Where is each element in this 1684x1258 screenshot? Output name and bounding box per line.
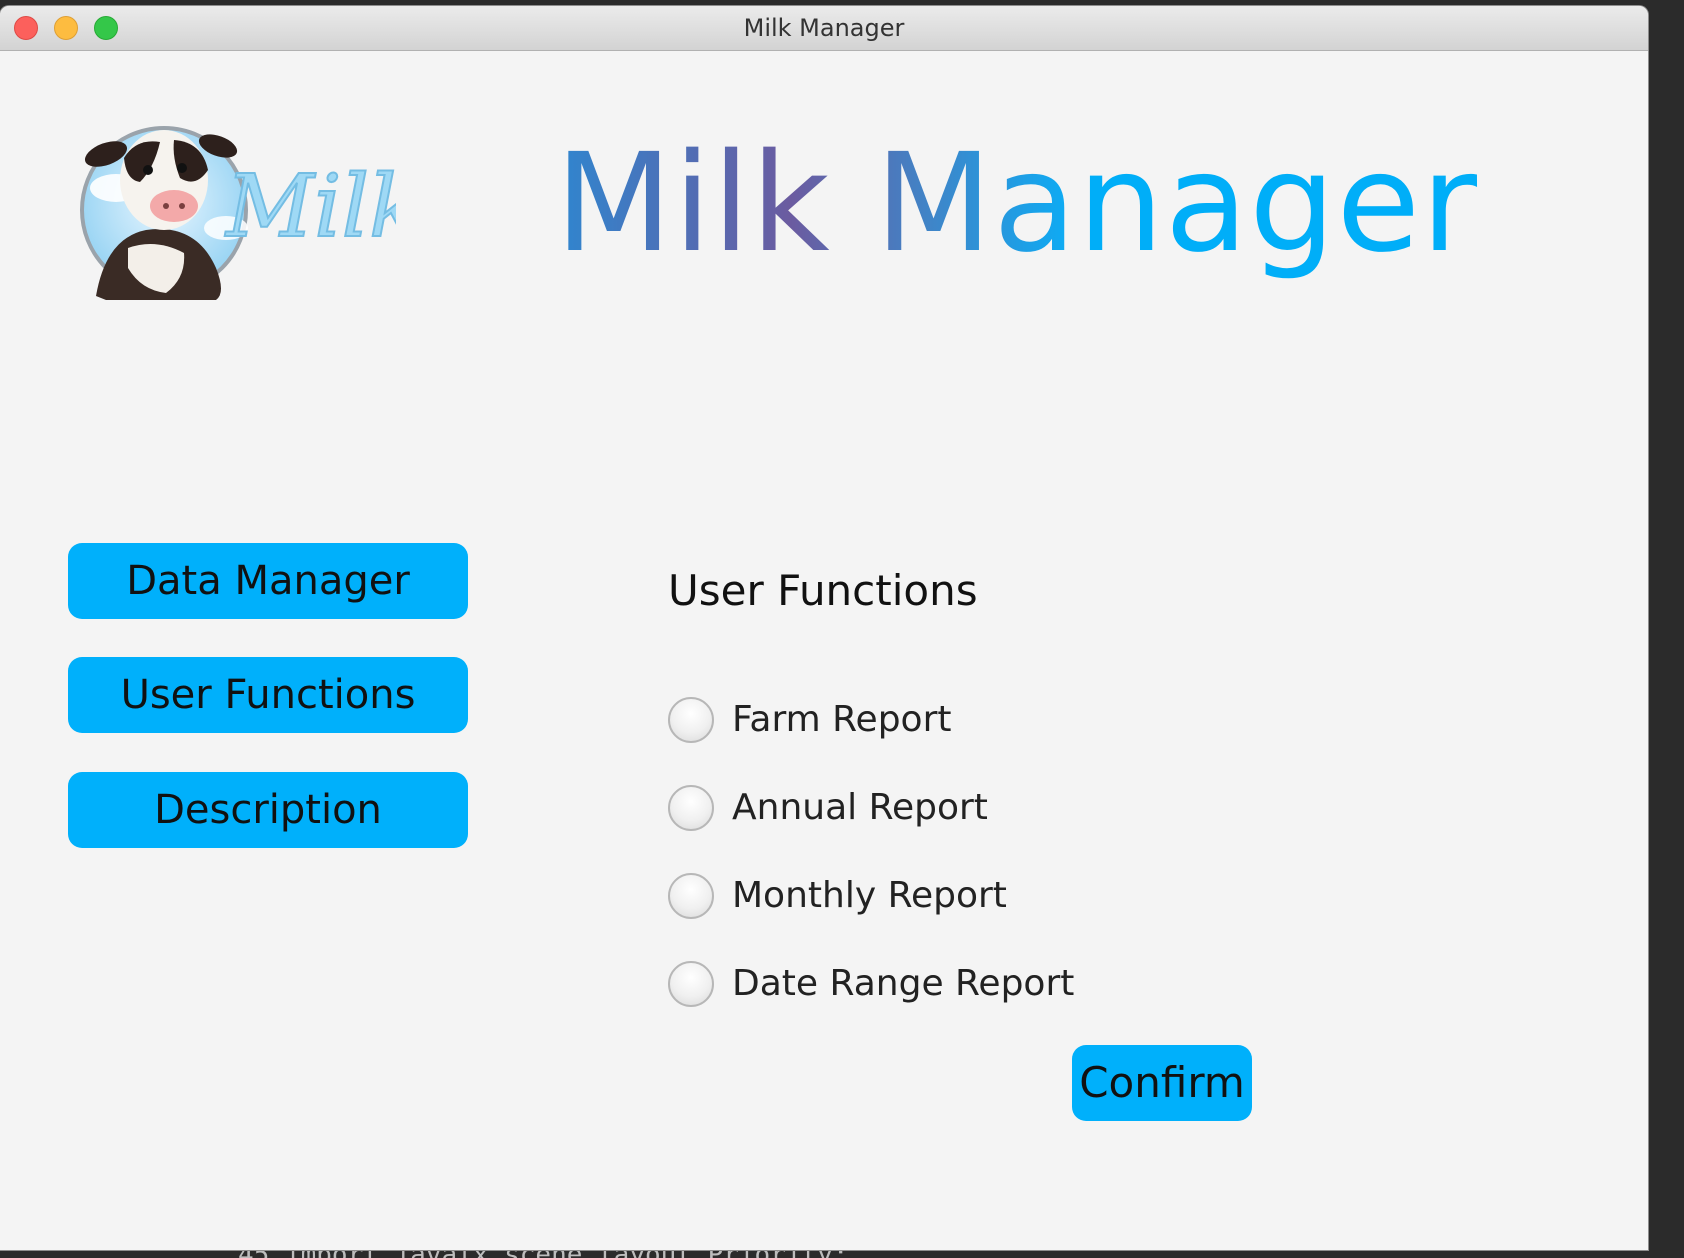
app-title-part1: Milk Ma xyxy=(555,125,1078,283)
app-title: Milk Manager xyxy=(555,124,1478,284)
annual-report-label: Annual Report xyxy=(732,787,988,828)
window-title: Milk Manager xyxy=(743,14,905,42)
app-title-part2: nager xyxy=(1077,125,1479,283)
user-functions-button[interactable]: User Functions xyxy=(68,657,468,733)
date-range-report-option[interactable]: Date Range Report xyxy=(668,959,1128,1009)
monthly-report-option[interactable]: Monthly Report xyxy=(668,871,1128,921)
window-titlebar[interactable]: Milk Manager xyxy=(0,6,1648,51)
farm-report-radio[interactable] xyxy=(668,697,714,743)
farm-report-option[interactable]: Farm Report xyxy=(668,695,1128,745)
milk-cow-logo: Milk xyxy=(80,126,396,300)
farm-report-label: Farm Report xyxy=(732,699,952,740)
monthly-report-radio[interactable] xyxy=(668,873,714,919)
description-button[interactable]: Description xyxy=(68,772,468,848)
annual-report-radio[interactable] xyxy=(668,785,714,831)
monthly-report-label: Monthly Report xyxy=(732,875,1007,916)
app-window: Milk Manager Milk Milk Manager Data Mana… xyxy=(0,6,1648,1250)
logo-wordmark: Milk xyxy=(224,157,396,257)
date-range-report-radio[interactable] xyxy=(668,961,714,1007)
section-title: User Functions xyxy=(668,566,978,615)
data-manager-button[interactable]: Data Manager xyxy=(68,543,468,619)
annual-report-option[interactable]: Annual Report xyxy=(668,783,1128,833)
confirm-button[interactable]: Confirm xyxy=(1072,1045,1252,1121)
date-range-report-label: Date Range Report xyxy=(732,963,1075,1004)
